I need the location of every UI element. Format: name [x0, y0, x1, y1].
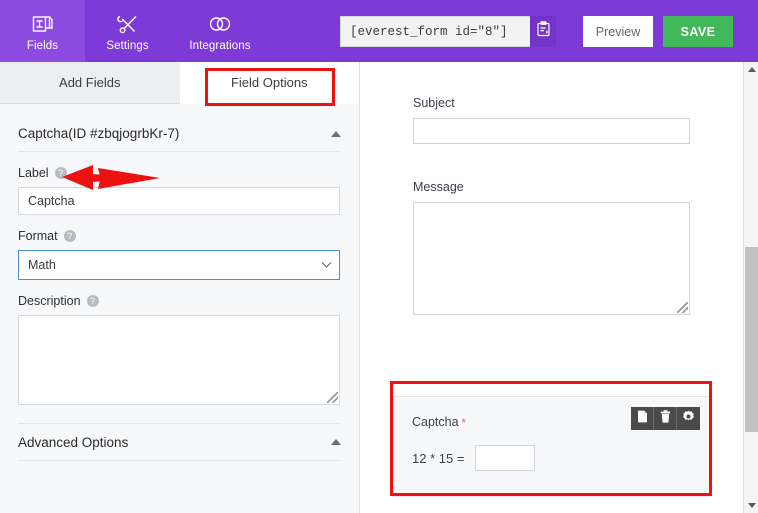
captcha-section-title: Captcha(ID #zbqjogrbKr-7): [18, 126, 180, 141]
preview-message-textarea[interactable]: [413, 202, 690, 315]
scroll-down-arrow[interactable]: [744, 498, 758, 513]
advanced-options-header[interactable]: Advanced Options: [18, 423, 341, 461]
scroll-up-arrow[interactable]: [744, 62, 758, 77]
nav-tab-integrations-label: Integrations: [189, 39, 251, 52]
format-select-value: Math: [28, 258, 56, 272]
nav-tab-integrations[interactable]: Integrations: [170, 0, 270, 62]
caret-up-icon[interactable]: [331, 130, 341, 137]
help-circle-icon[interactable]: ?: [54, 167, 67, 179]
field-options-sidebar: Add Fields Field Options Captcha(ID #zbq…: [0, 62, 360, 513]
save-button[interactable]: SAVE: [663, 16, 733, 47]
tab-add-fields[interactable]: Add Fields: [0, 62, 180, 104]
preview-captcha-label: Captcha *: [412, 415, 466, 429]
preview-subject-input[interactable]: [413, 118, 690, 144]
fields-icon: [31, 11, 55, 37]
tab-field-options[interactable]: Field Options: [179, 62, 359, 104]
field-settings-button[interactable]: [677, 407, 700, 430]
scroll-up-arrow-icon: [747, 67, 756, 72]
preview-captcha-field[interactable]: Captcha * 12 * 15 =: [393, 396, 710, 497]
preview-captcha-label-text: Captcha: [412, 415, 459, 429]
format-select[interactable]: Math: [18, 250, 340, 280]
sidebar-body: Captcha(ID #zbqjogrbKr-7) Label ? Format…: [0, 116, 359, 461]
preview-message-label: Message: [413, 180, 464, 194]
form-preview-pane: Subject Message Captcha * 12 * 15 =: [361, 62, 743, 513]
preview-button[interactable]: Preview: [583, 16, 653, 47]
gear-icon: [682, 410, 695, 428]
nav-tab-settings-label: Settings: [106, 39, 149, 52]
nav-tab-fields[interactable]: Fields: [0, 0, 85, 62]
advanced-options-title: Advanced Options: [18, 434, 129, 450]
top-toolbar: Fields Settings Integrations [everest_fo…: [0, 0, 758, 62]
tools-icon: [116, 11, 140, 37]
sidebar-tabs: Add Fields Field Options: [0, 62, 359, 104]
clipboard-copy-icon: [536, 21, 551, 42]
copy-shortcode-button[interactable]: [530, 16, 556, 47]
help-circle-icon[interactable]: ?: [63, 230, 76, 242]
nav-tab-settings[interactable]: Settings: [85, 0, 170, 62]
label-input[interactable]: [18, 187, 340, 215]
format-field-label: Format ?: [18, 229, 341, 243]
label-field-label: Label ?: [18, 166, 341, 180]
required-asterisk: *: [461, 417, 466, 429]
resize-handle-icon[interactable]: [677, 302, 688, 313]
description-field-label: Description ?: [18, 294, 341, 308]
shortcode-input[interactable]: [340, 16, 530, 47]
duplicate-icon: [637, 410, 648, 428]
preview-subject-label: Subject: [413, 96, 455, 110]
delete-field-button[interactable]: [654, 407, 677, 430]
scrollbar-thumb[interactable]: [745, 247, 758, 432]
help-circle-icon[interactable]: ?: [86, 295, 99, 307]
shortcode-group: [340, 16, 556, 47]
form-builder-app: Fields Settings Integrations [everest_fo…: [0, 0, 758, 513]
description-text: Description: [18, 294, 81, 308]
vertical-scrollbar[interactable]: [743, 62, 758, 513]
description-textarea[interactable]: [18, 315, 340, 405]
field-tools-group: [631, 407, 700, 430]
preview-captcha-answer-input[interactable]: [475, 445, 536, 471]
integrations-icon: [207, 11, 233, 37]
duplicate-field-button[interactable]: [631, 407, 654, 430]
preview-captcha-equation-row: 12 * 15 =: [412, 445, 536, 471]
label-text: Label: [18, 166, 49, 180]
nav-tab-fields-label: Fields: [26, 39, 59, 52]
resize-handle-icon[interactable]: [327, 392, 338, 403]
caret-up-icon[interactable]: [331, 439, 341, 445]
format-text: Format: [18, 229, 58, 243]
captcha-section-header[interactable]: Captcha(ID #zbqjogrbKr-7): [18, 116, 341, 152]
chevron-down-icon: [321, 257, 332, 268]
preview-captcha-equation: 12 * 15 =: [412, 450, 465, 466]
trash-icon: [660, 409, 671, 428]
scroll-down-arrow-icon: [747, 503, 756, 508]
